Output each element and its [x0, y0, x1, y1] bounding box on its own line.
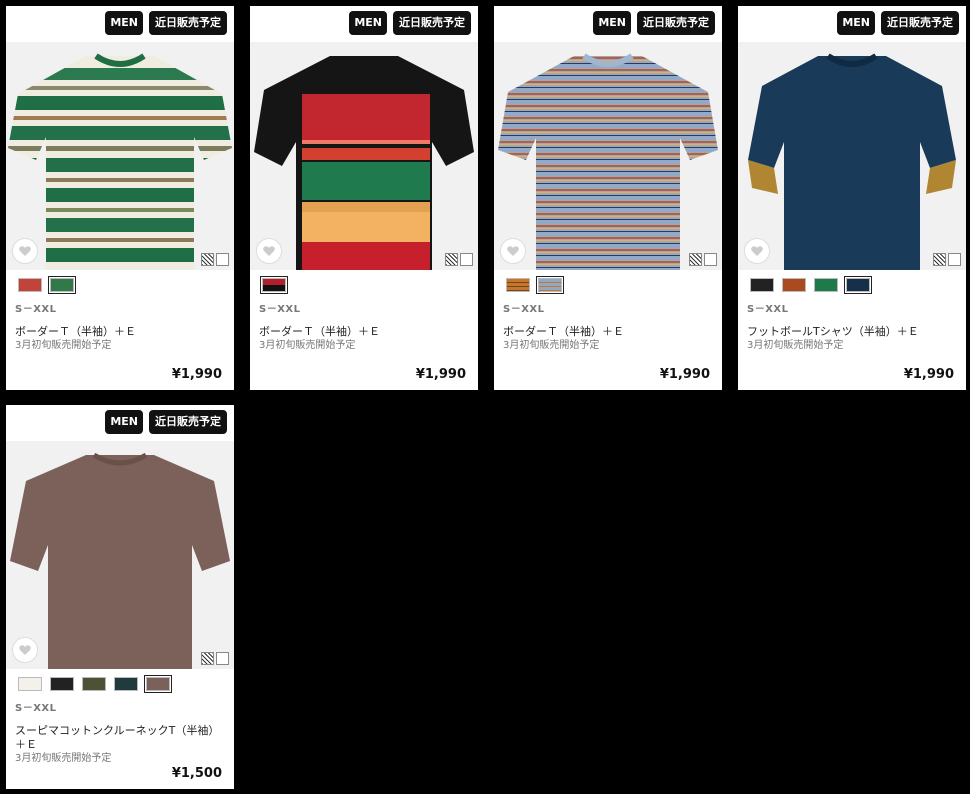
colorblock-tshirt-image [254, 56, 474, 270]
product-card[interactable]: MEN 近日販売予定 S－XXL ボーダーＴ（半袖）＋Ｅ 3月初旬販売開始予定 … [6, 6, 234, 390]
color-swatch-selected[interactable] [844, 276, 872, 294]
tag-group: MEN 近日販売予定 [837, 11, 959, 35]
product-price: ¥1,990 [659, 367, 710, 382]
color-swatches [6, 669, 234, 693]
release-note: 3月初旬販売開始予定 [503, 340, 600, 351]
color-swatch[interactable] [782, 278, 806, 292]
product-image[interactable] [250, 42, 478, 270]
heart-plus-icon[interactable] [12, 238, 38, 264]
men-tag: MEN [105, 410, 143, 434]
color-swatches [494, 270, 722, 294]
size-range: S－XXL [15, 304, 57, 315]
color-swatch[interactable] [82, 677, 106, 691]
color-swatch[interactable] [750, 278, 774, 292]
size-range: S－XXL [747, 304, 789, 315]
product-image[interactable] [738, 42, 966, 270]
coming-soon-tag: 近日販売予定 [393, 11, 471, 35]
coming-soon-tag: 近日販売予定 [881, 11, 959, 35]
release-note: 3月初旬販売開始予定 [15, 753, 112, 764]
color-swatch-selected[interactable] [48, 276, 76, 294]
striped-tshirt-image [8, 53, 232, 270]
coming-soon-tag: 近日販売予定 [637, 11, 715, 35]
product-name[interactable]: フットボールTシャツ（半袖）＋Ｅ [738, 315, 966, 339]
product-name[interactable]: ボーダーＴ（半袖）＋Ｅ [494, 315, 722, 339]
release-note: 3月初旬販売開始予定 [15, 340, 112, 351]
size-range: S－XXL [503, 304, 545, 315]
product-card[interactable]: MEN 近日販売予定 S－XXL ボーダーＴ（半袖）＋Ｅ 3月初旬販売開始予定 … [494, 6, 722, 390]
color-swatch[interactable] [506, 278, 530, 292]
product-card[interactable]: MEN 近日販売予定 S－XXL ボーダーＴ（半袖）＋Ｅ 3月初旬販売開始予定 … [250, 6, 478, 390]
color-swatch[interactable] [50, 677, 74, 691]
tag-group: MEN 近日販売予定 [593, 11, 715, 35]
product-image[interactable] [494, 42, 722, 270]
tag-group: MEN 近日販売予定 [349, 11, 471, 35]
men-tag: MEN [105, 11, 143, 35]
men-tag: MEN [349, 11, 387, 35]
color-swatch[interactable] [18, 278, 42, 292]
color-swatches [738, 270, 966, 294]
qr-code-icon [201, 652, 229, 665]
size-range: S－XXL [259, 304, 301, 315]
color-swatches [250, 270, 478, 294]
color-swatch[interactable] [18, 677, 42, 691]
color-swatch[interactable] [814, 278, 838, 292]
product-card[interactable]: MEN 近日販売予定 S－XXL スーピマコットンクルーネックT（半袖）＋Ｅ 3… [6, 405, 234, 789]
tag-group: MEN 近日販売予定 [105, 11, 227, 35]
product-image[interactable] [6, 441, 234, 669]
product-name[interactable]: ボーダーＴ（半袖）＋Ｅ [250, 315, 478, 339]
product-price: ¥1,500 [171, 766, 222, 781]
color-swatch[interactable] [114, 677, 138, 691]
size-range: S－XXL [15, 703, 57, 714]
color-swatch-selected[interactable] [260, 276, 288, 294]
color-swatches [6, 270, 234, 294]
qr-code-icon [689, 253, 717, 266]
multistripe-tshirt-image [498, 53, 718, 270]
heart-plus-icon[interactable] [12, 637, 38, 663]
product-price: ¥1,990 [171, 367, 222, 382]
men-tag: MEN [593, 11, 631, 35]
tag-group: MEN 近日販売予定 [105, 410, 227, 434]
football-tshirt-image [748, 53, 956, 270]
product-name[interactable]: スーピマコットンクルーネックT（半袖）＋Ｅ [6, 714, 234, 752]
qr-code-icon [201, 253, 229, 266]
qr-code-icon [445, 253, 473, 266]
color-swatch-selected[interactable] [144, 675, 172, 693]
product-price: ¥1,990 [415, 367, 466, 382]
heart-plus-icon[interactable] [256, 238, 282, 264]
color-swatch-selected[interactable] [536, 276, 564, 294]
crewneck-tshirt-image [10, 452, 230, 669]
heart-plus-icon[interactable] [744, 238, 770, 264]
qr-code-icon [933, 253, 961, 266]
heart-plus-icon[interactable] [500, 238, 526, 264]
coming-soon-tag: 近日販売予定 [149, 11, 227, 35]
release-note: 3月初旬販売開始予定 [259, 340, 356, 351]
men-tag: MEN [837, 11, 875, 35]
release-note: 3月初旬販売開始予定 [747, 340, 844, 351]
product-image[interactable] [6, 42, 234, 270]
coming-soon-tag: 近日販売予定 [149, 410, 227, 434]
product-name[interactable]: ボーダーＴ（半袖）＋Ｅ [6, 315, 234, 339]
product-price: ¥1,990 [903, 367, 954, 382]
product-card[interactable]: MEN 近日販売予定 S－XXL フットボールTシャツ（半袖）＋Ｅ 3月初旬販売… [738, 6, 966, 390]
